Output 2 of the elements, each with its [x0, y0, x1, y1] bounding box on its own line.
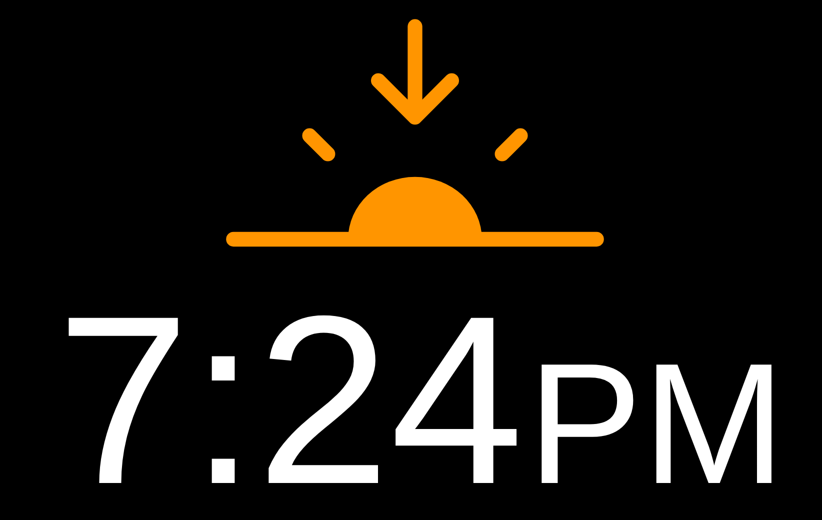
sunset-time: 7:24	[56, 280, 524, 520]
time-period: PM	[528, 338, 786, 510]
